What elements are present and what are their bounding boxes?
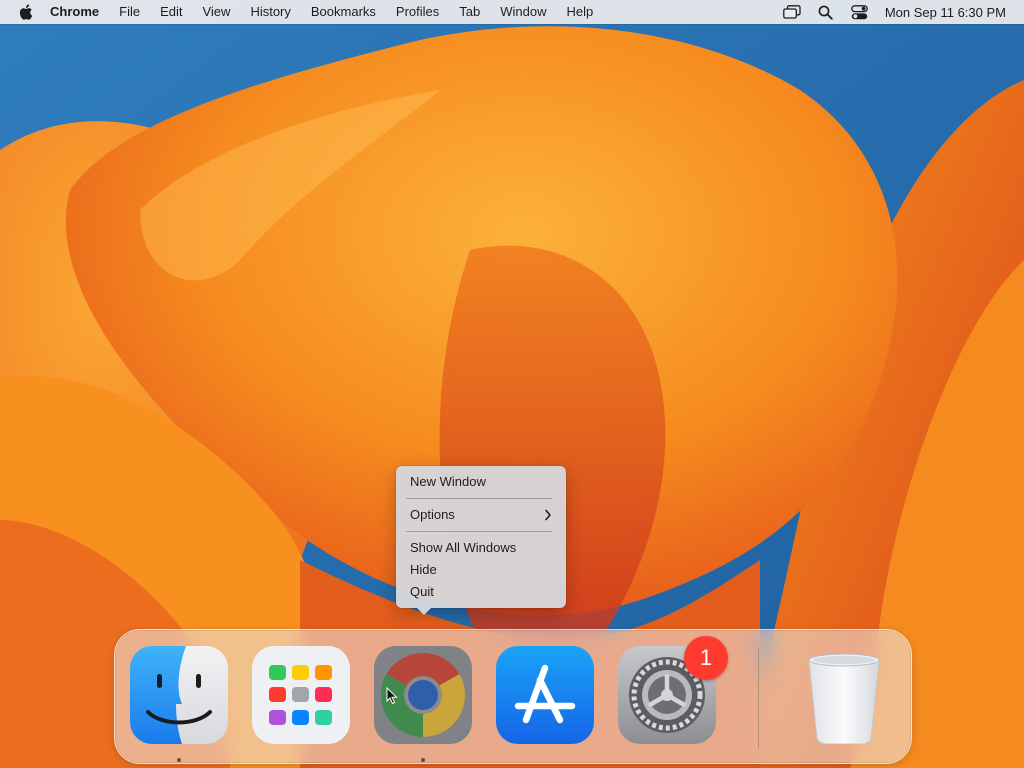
menubar-clock[interactable]: Mon Sep 11 6:30 PM (885, 5, 1006, 20)
menu-pointer-arrow (416, 607, 432, 615)
search-icon[interactable] (809, 0, 843, 24)
notification-badge: 1 (684, 636, 728, 680)
menu-history[interactable]: History (240, 0, 300, 24)
dock-context-menu: New Window Options Show All Windows Hide… (396, 466, 566, 615)
menu-view[interactable]: View (192, 0, 240, 24)
chrome-running-indicator (421, 758, 425, 762)
menu-separator (406, 498, 552, 499)
menu-tab[interactable]: Tab (449, 0, 490, 24)
screen-mirroring-icon[interactable] (775, 0, 809, 24)
menu-item-label: Options (410, 507, 455, 522)
finder-icon[interactable] (130, 646, 228, 744)
menu-app-name[interactable]: Chrome (46, 0, 109, 24)
apple-logo-icon[interactable] (6, 4, 46, 20)
menu-profiles[interactable]: Profiles (386, 0, 449, 24)
menu-item-label: Quit (410, 584, 434, 599)
menu-item-options[interactable]: Options (410, 505, 552, 525)
finder-running-indicator (177, 758, 181, 762)
menu-item-hide[interactable]: Hide (410, 560, 552, 580)
launchpad-icon[interactable] (252, 646, 350, 744)
menu-edit[interactable]: Edit (150, 0, 192, 24)
app-store-icon[interactable] (496, 646, 594, 744)
menu-item-label: Show All Windows (410, 540, 517, 555)
dock: 1 (114, 629, 912, 764)
menu-window[interactable]: Window (490, 0, 556, 24)
menubar-status-area: Mon Sep 11 6:30 PM (775, 0, 1024, 24)
menu-item-new-window[interactable]: New Window (410, 472, 552, 492)
menu-separator (406, 531, 552, 532)
menu-item-label: New Window (410, 474, 486, 489)
chevron-right-icon (544, 505, 552, 531)
menu-file[interactable]: File (109, 0, 150, 24)
control-center-icon[interactable] (843, 0, 877, 24)
menu-item-quit[interactable]: Quit (410, 582, 552, 602)
menu-bookmarks[interactable]: Bookmarks (301, 0, 386, 24)
mouse-cursor-icon (386, 686, 398, 710)
menu-item-show-all-windows[interactable]: Show All Windows (410, 538, 552, 558)
menu-help[interactable]: Help (557, 0, 604, 24)
dock-divider (758, 648, 759, 748)
system-settings-icon[interactable]: 1 (618, 636, 728, 744)
menu-bar: Chrome File Edit View History Bookmarks … (0, 0, 1024, 24)
menu-item-label: Hide (410, 562, 437, 577)
trash-icon[interactable] (795, 646, 893, 744)
